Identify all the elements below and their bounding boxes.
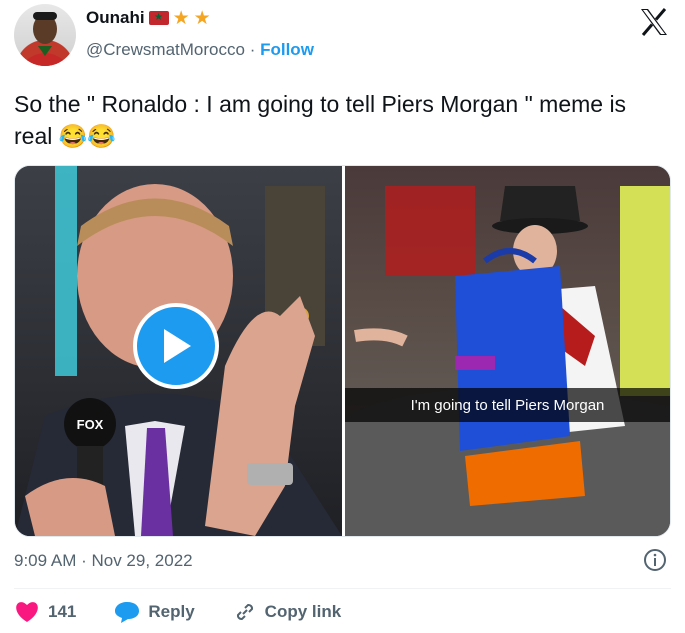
star-icon: ★ [172, 7, 190, 29]
copy-link-label: Copy link [264, 602, 342, 621]
play-button[interactable] [133, 303, 219, 389]
video-right-scene [345, 186, 670, 536]
author-name[interactable]: Ounahi [86, 8, 145, 28]
fox-mic-logo: FOX [77, 417, 104, 432]
video-right-panel: I'm going to tell Piers Morgan [345, 166, 670, 536]
star-icon: ★ [193, 7, 211, 29]
avatar-portrait [20, 12, 70, 66]
follow-button[interactable]: Follow [260, 40, 314, 59]
reply-label: Reply [148, 602, 195, 621]
link-icon [236, 603, 253, 621]
play-icon [164, 329, 191, 363]
like-count: 141 [48, 602, 77, 621]
author-avatar[interactable] [14, 4, 76, 66]
action-bar: 141 Reply Copy link [14, 600, 379, 624]
author-handle-row: @CrewsmatMorocco · Follow [86, 40, 314, 60]
reply-button[interactable]: Reply [114, 600, 195, 624]
tweet-timestamp[interactable]: 9:09 AM · Nov 29, 2022 [14, 551, 193, 571]
action-separator [14, 588, 671, 589]
x-logo-icon[interactable] [639, 8, 669, 36]
reply-bubble-icon [115, 602, 140, 623]
morocco-flag-icon: ★ [148, 11, 169, 25]
tweet-media[interactable]: FOX I'm going to tell Piers Morgan [14, 165, 671, 537]
author-handle[interactable]: @CrewsmatMorocco [86, 40, 245, 59]
like-button[interactable]: 141 [14, 600, 76, 624]
copy-link-button[interactable]: Copy link [233, 600, 342, 624]
heart-icon [16, 602, 38, 622]
author-name-row: Ounahi ★ ★ ★ [86, 8, 211, 28]
separator-dot: · [249, 40, 256, 59]
tweet-text: So the " Ronaldo : I am going to tell Pi… [14, 91, 627, 149]
video-caption: I'm going to tell Piers Morgan [345, 388, 670, 422]
info-icon[interactable] [643, 548, 667, 572]
